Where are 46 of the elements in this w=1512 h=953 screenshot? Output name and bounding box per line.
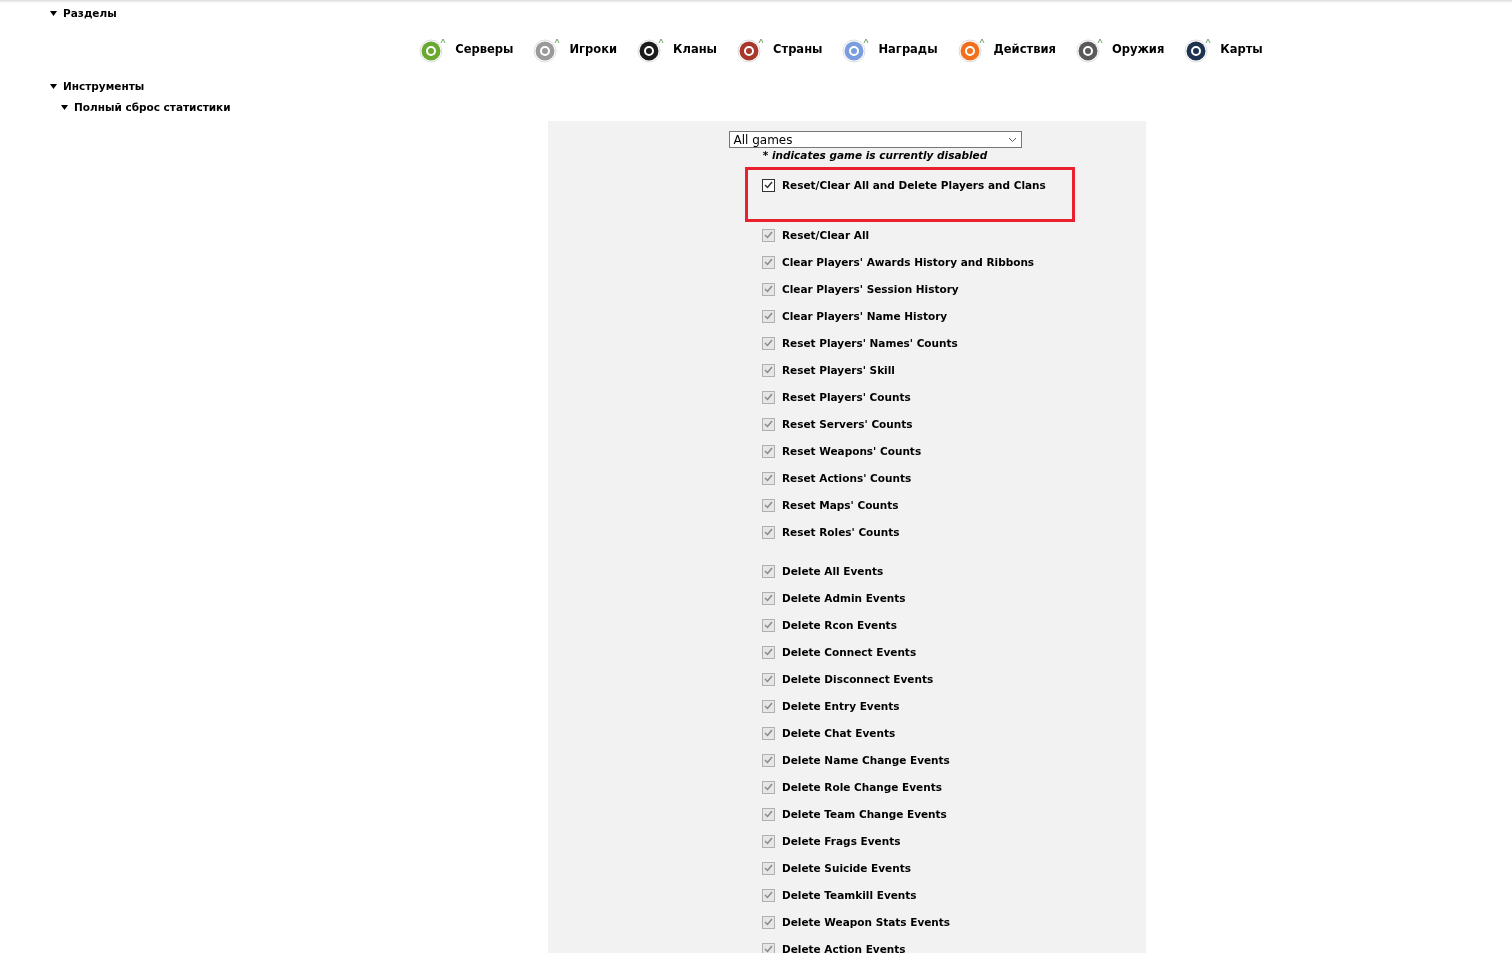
- option-label: Delete Name Change Events: [782, 752, 950, 767]
- nav-link[interactable]: Игроки: [533, 37, 618, 63]
- tree-item[interactable]: Полный сброс статистики: [61, 97, 1512, 118]
- option-label: Delete All Events: [782, 563, 884, 578]
- caret-down-icon: [61, 105, 68, 110]
- option-label: Reset Actions' Counts: [782, 470, 912, 485]
- option-label: Clear Players' Name History: [782, 308, 948, 323]
- option-label: Clear Players' Session History: [782, 281, 959, 296]
- option-label: Delete Frags Events: [782, 833, 901, 848]
- nav-link[interactable]: Награды: [842, 37, 938, 63]
- tree-item[interactable]: Разделы: [50, 3, 1512, 24]
- option-label: Delete Entry Events: [782, 698, 900, 713]
- option-label: Clear Players' Awards History and Ribbons: [782, 254, 1035, 269]
- option-label: Reset Maps' Counts: [782, 497, 899, 512]
- option-label: Delete Chat Events: [782, 725, 896, 740]
- option-label: Delete Team Change Events: [782, 806, 947, 821]
- checkbox[interactable]: [762, 178, 775, 192]
- nav-link[interactable]: Оружия: [1075, 37, 1165, 63]
- nav-link[interactable]: Страны: [737, 37, 823, 63]
- option-label: Reset Players' Counts: [782, 389, 911, 404]
- option-label: Reset Weapons' Counts: [782, 443, 922, 458]
- option-label: Reset/Clear All and Delete Players and Clans: [782, 177, 1046, 192]
- option-label: Reset Players' Skill: [782, 362, 895, 377]
- tree-item[interactable]: Инструменты: [50, 76, 1512, 97]
- nav-link[interactable]: Кланы: [637, 37, 718, 63]
- option-label: Delete Rcon Events: [782, 617, 897, 632]
- option-label: Reset/Clear All: [782, 227, 870, 242]
- option-label: Delete Action Events: [782, 941, 906, 953]
- option-label: Reset Servers' Counts: [782, 416, 913, 431]
- caret-down-icon: [50, 84, 57, 89]
- option-label: Delete Suicide Events: [782, 860, 911, 875]
- disabled-games-note: * indicates game is currently disabled: [762, 148, 988, 163]
- option-label: Delete Admin Events: [782, 590, 906, 605]
- nav-link[interactable]: Карты: [1184, 37, 1263, 63]
- option-label: Delete Teamkill Events: [782, 887, 917, 902]
- option-label: Delete Connect Events: [782, 644, 917, 659]
- option-label: Reset Roles' Counts: [782, 524, 900, 539]
- chevron-down-icon: [1007, 136, 1017, 143]
- caret-down-icon: [50, 11, 57, 16]
- nav-link[interactable]: Действия: [957, 37, 1056, 63]
- nav-link[interactable]: Серверы: [419, 37, 514, 63]
- option-label: Reset Players' Names' Counts: [782, 335, 958, 350]
- game-dropdown[interactable]: All games: [728, 131, 1022, 148]
- option-label: Delete Role Change Events: [782, 779, 942, 794]
- option-label: Delete Weapon Stats Events: [782, 914, 951, 929]
- option-label: Delete Disconnect Events: [782, 671, 934, 686]
